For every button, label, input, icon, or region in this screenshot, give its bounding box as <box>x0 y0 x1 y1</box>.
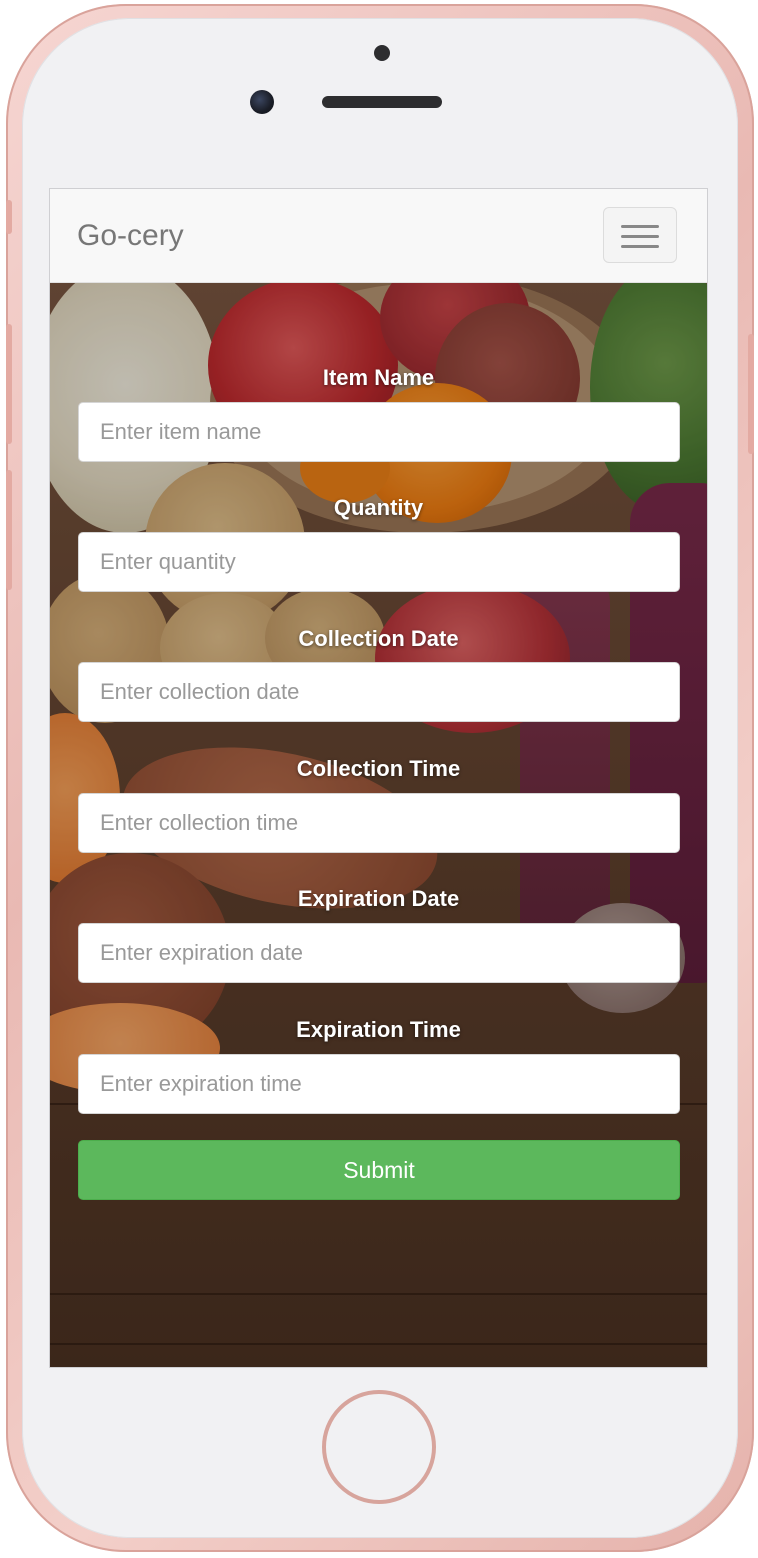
menu-toggle-button[interactable] <box>603 207 677 263</box>
power-button <box>748 334 754 454</box>
volume-up-button <box>6 324 12 444</box>
app-screen: Go-cery Item Name Enter item name Quanti… <box>49 188 708 1368</box>
earpiece-speaker <box>322 96 442 108</box>
quantity-input[interactable] <box>78 532 680 592</box>
home-button[interactable] <box>322 1390 436 1504</box>
collection-time-input[interactable] <box>78 793 680 853</box>
hamburger-menu-icon-bottom <box>621 245 659 248</box>
proximity-sensor <box>374 45 390 61</box>
volume-down-button <box>6 470 12 590</box>
expiration-date-input[interactable] <box>78 923 680 983</box>
mute-switch <box>6 200 12 234</box>
collection-time-label: Collection Time <box>296 756 461 781</box>
quantity-label: Quantity <box>333 495 424 520</box>
submit-button[interactable]: Submit <box>78 1140 680 1200</box>
collection-date-input[interactable] <box>78 662 680 722</box>
expiration-time-input[interactable] <box>78 1054 680 1114</box>
navbar: Go-cery <box>50 189 707 283</box>
item-name-label: Item Name <box>322 365 435 390</box>
hamburger-menu-icon-middle <box>621 235 659 238</box>
front-camera-icon <box>250 90 274 114</box>
item-name-input[interactable] <box>78 402 680 462</box>
expiration-time-label: Expiration Time <box>296 1017 461 1042</box>
collection-date-label: Collection Date <box>298 626 459 651</box>
expiration-date-label: Expiration Date <box>297 886 460 911</box>
brand-logo[interactable]: Go-cery <box>77 220 184 252</box>
hamburger-menu-icon <box>621 225 659 228</box>
